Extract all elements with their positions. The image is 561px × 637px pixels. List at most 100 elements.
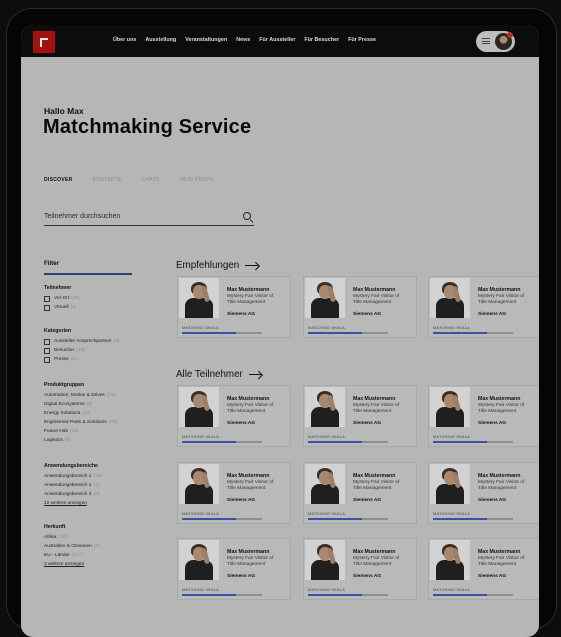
participant-card[interactable]: Max Mustermann Mystery Fair Visitor of Tit…	[177, 538, 291, 600]
recommendations-heading[interactable]: Empfehlungen	[176, 260, 259, 271]
checkbox[interactable]	[44, 356, 50, 363]
matching-scale-label: MATCHING SKALA	[433, 587, 470, 592]
participant-card[interactable]: Max Mustermann Mystery Fair Visitor of Tit…	[428, 538, 539, 600]
participant-role: Mystery Fair Visitor of Title Management	[227, 294, 274, 306]
participant-card[interactable]: Max Mustermann Mystery Fair Visitor of Tit…	[303, 538, 417, 600]
filter-group-title: Anwendungsbereiche	[44, 463, 98, 469]
filter-group-herkunft: Herkunft Afrika (18) Australien & Ozeanie…	[44, 524, 164, 569]
participant-name[interactable]: Max Mustermann	[478, 549, 520, 555]
filter-link[interactable]: Logistics (6)	[44, 436, 164, 445]
participant-name[interactable]: Max Mustermann	[353, 549, 395, 555]
brand-logo[interactable]	[33, 31, 55, 53]
nav-item-ausstellung[interactable]: Ausstellung	[145, 37, 176, 43]
matching-scale-bar	[433, 441, 513, 443]
participant-name[interactable]: Max Mustermann	[227, 473, 269, 479]
participant-role: Mystery Fair Visitor of Title Management	[478, 403, 525, 415]
filter-group-kategorien: Kategorien Aussteller Ansprechpartner (4)…	[44, 328, 164, 364]
participant-name[interactable]: Max Mustermann	[353, 473, 395, 479]
participant-card[interactable]: Max Mustermann Mystery Fair Visitor of Tit…	[303, 385, 417, 447]
filter-link[interactable]: Anwendungsbereich 3 (6)	[44, 490, 164, 499]
filter-heading: Filter	[44, 260, 60, 267]
participant-company: Siemens AG	[227, 312, 256, 317]
participant-card[interactable]: Max Mustermann Mystery Fair Visitor of Tit…	[303, 276, 417, 338]
tab-kontakte[interactable]: KONTAKTE	[93, 177, 122, 183]
participant-card[interactable]: Max Mustermann Mystery Fair Visitor of Tit…	[428, 385, 539, 447]
tab-discover[interactable]: DISCOVER	[44, 177, 73, 183]
filter-option-besucher[interactable]: Besucher (18)	[44, 346, 164, 355]
filter-group-anwendungsbereiche: Anwendungsbereiche Anwendungsbereich 1 (1…	[44, 463, 164, 508]
filter-link[interactable]: Energy Solutions (13)	[44, 409, 164, 418]
user-menu-button[interactable]	[476, 31, 515, 52]
participant-name[interactable]: Max Mustermann	[353, 396, 395, 402]
participant-card[interactable]: Max Mustermann Mystery Fair Visitor of Tit…	[428, 462, 539, 524]
show-more-link[interactable]: 12 weitere anzeigen	[44, 499, 164, 508]
participant-card[interactable]: Max Mustermann Mystery Fair Visitor of Tit…	[177, 462, 291, 524]
checkbox[interactable]	[44, 338, 50, 345]
nav-item-news[interactable]: News	[236, 37, 250, 43]
filter-link[interactable]: Anwendungsbereich 1 (18)	[44, 472, 164, 481]
filter-link[interactable]: Afrika (18)	[44, 533, 164, 542]
participant-role: Mystery Fair Visitor of Title Management	[478, 294, 525, 306]
arrow-right-icon[interactable]	[248, 371, 263, 379]
participant-company: Siemens AG	[478, 498, 507, 503]
top-navigation-bar: Über uns Ausstellung Veranstaltungen New…	[21, 25, 539, 57]
participant-photo	[430, 387, 470, 427]
filter-option-presse[interactable]: Presse (6)	[44, 355, 164, 364]
filter-option-aussteller[interactable]: Aussteller Ansprechpartner (4)	[44, 337, 164, 346]
participant-card[interactable]: Max Mustermann Mystery Fair Visitor of Tit…	[303, 462, 417, 524]
participant-photo	[430, 540, 470, 580]
participant-name[interactable]: Max Mustermann	[478, 473, 520, 479]
tablet-frame: Über uns Ausstellung Veranstaltungen New…	[6, 8, 557, 637]
participant-name[interactable]: Max Mustermann	[478, 287, 520, 293]
tab-chats[interactable]: CHATS	[142, 177, 160, 183]
all-participants-heading[interactable]: Alle Teilnehmer	[176, 369, 263, 380]
nav-item-ueber-uns[interactable]: Über uns	[113, 37, 136, 43]
matching-scale-label: MATCHING SKALA	[182, 325, 219, 330]
participant-name[interactable]: Max Mustermann	[353, 287, 395, 293]
filter-link[interactable]: Automation, Motion & Drives (73)	[44, 391, 164, 400]
filter-link[interactable]: Engineered Parts & Solutions (29)	[44, 418, 164, 427]
participant-name[interactable]: Max Mustermann	[227, 549, 269, 555]
participant-company: Siemens AG	[353, 574, 382, 579]
filter-link[interactable]: EU - Länder (417)	[44, 551, 164, 560]
filter-option-virtuell[interactable]: Virtuell (1)	[44, 303, 164, 312]
checkbox[interactable]	[44, 304, 50, 311]
filter-link[interactable]: Anwendungsbereich 2 (4)	[44, 481, 164, 490]
filter-group-title: Herkunft	[44, 524, 66, 530]
participant-card[interactable]: Max Mustermann Mystery Fair Visitor of Tit…	[177, 385, 291, 447]
participant-photo	[305, 464, 345, 504]
matching-scale-bar	[308, 594, 388, 596]
matching-scale-label: MATCHING SKALA	[182, 587, 219, 592]
search-input[interactable]: Teilnehmer durchsuchen	[44, 210, 254, 226]
filter-option-vor-ort[interactable]: Vor Ort (18)	[44, 294, 164, 303]
participant-name[interactable]: Max Mustermann	[227, 287, 269, 293]
nav-item-fuer-aussteller[interactable]: Für Aussteller	[259, 37, 295, 43]
participant-card[interactable]: Max Mustermann Mystery Fair Visitor of Tit…	[428, 276, 539, 338]
show-more-link[interactable]: 3 weitere anzeigen	[44, 560, 164, 569]
participant-name[interactable]: Max Mustermann	[478, 396, 520, 402]
matching-scale-label: MATCHING SKALA	[182, 511, 219, 516]
matching-scale-label: MATCHING SKALA	[433, 511, 470, 516]
filter-link[interactable]: Future Hub (18)	[44, 427, 164, 436]
search-icon[interactable]	[243, 212, 251, 220]
filter-link[interactable]: Australien & Ozeanien (4)	[44, 542, 164, 551]
arrow-right-icon[interactable]	[245, 262, 259, 270]
page-title: Matchmaking Service	[43, 116, 252, 138]
nav-item-fuer-presse[interactable]: Für Presse	[348, 37, 376, 43]
participant-company: Siemens AG	[353, 421, 382, 426]
checkbox[interactable]	[44, 295, 50, 302]
participant-photo	[179, 540, 219, 580]
nav-item-veranstaltungen[interactable]: Veranstaltungen	[185, 37, 227, 43]
tab-mein-profil[interactable]: MEIN PROFIL	[180, 177, 215, 183]
nav-item-fuer-besucher[interactable]: Für Besucher	[304, 37, 339, 43]
filter-link[interactable]: Digital Ecosystems (6)	[44, 400, 164, 409]
notification-dot-icon	[507, 32, 513, 38]
participant-photo	[430, 464, 470, 504]
participant-photo	[179, 387, 219, 427]
checkbox[interactable]	[44, 347, 50, 354]
filter-divider	[44, 273, 132, 275]
matching-scale-bar	[182, 441, 262, 443]
participant-company: Siemens AG	[478, 312, 507, 317]
participant-name[interactable]: Max Mustermann	[227, 396, 269, 402]
participant-card[interactable]: Max Mustermann Mystery Fair Visitor of Tit…	[177, 276, 291, 338]
